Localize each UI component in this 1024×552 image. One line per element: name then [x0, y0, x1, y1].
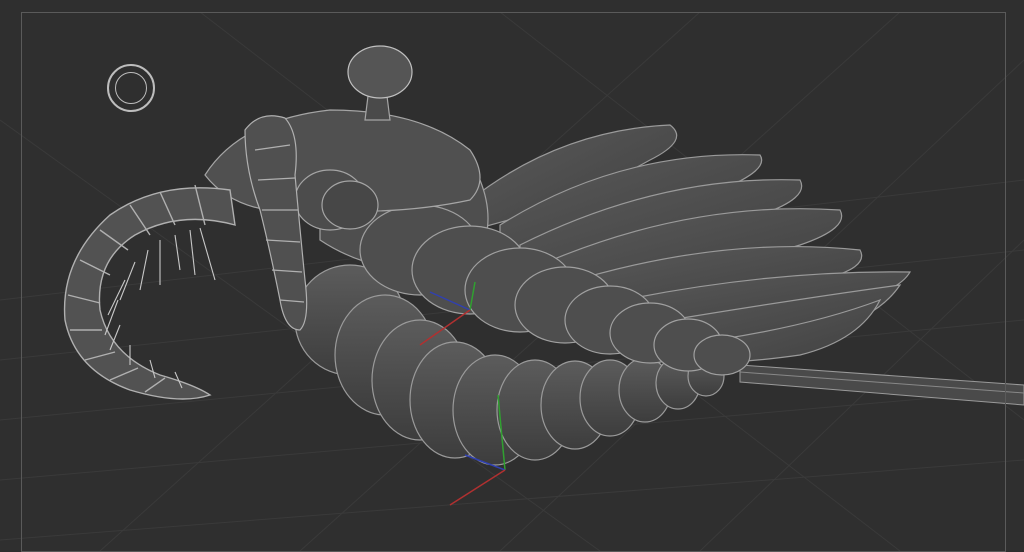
- orbit-circle-icon[interactable]: [107, 64, 155, 112]
- 3d-viewport[interactable]: [0, 0, 1024, 552]
- render-frame-border: [21, 12, 1006, 552]
